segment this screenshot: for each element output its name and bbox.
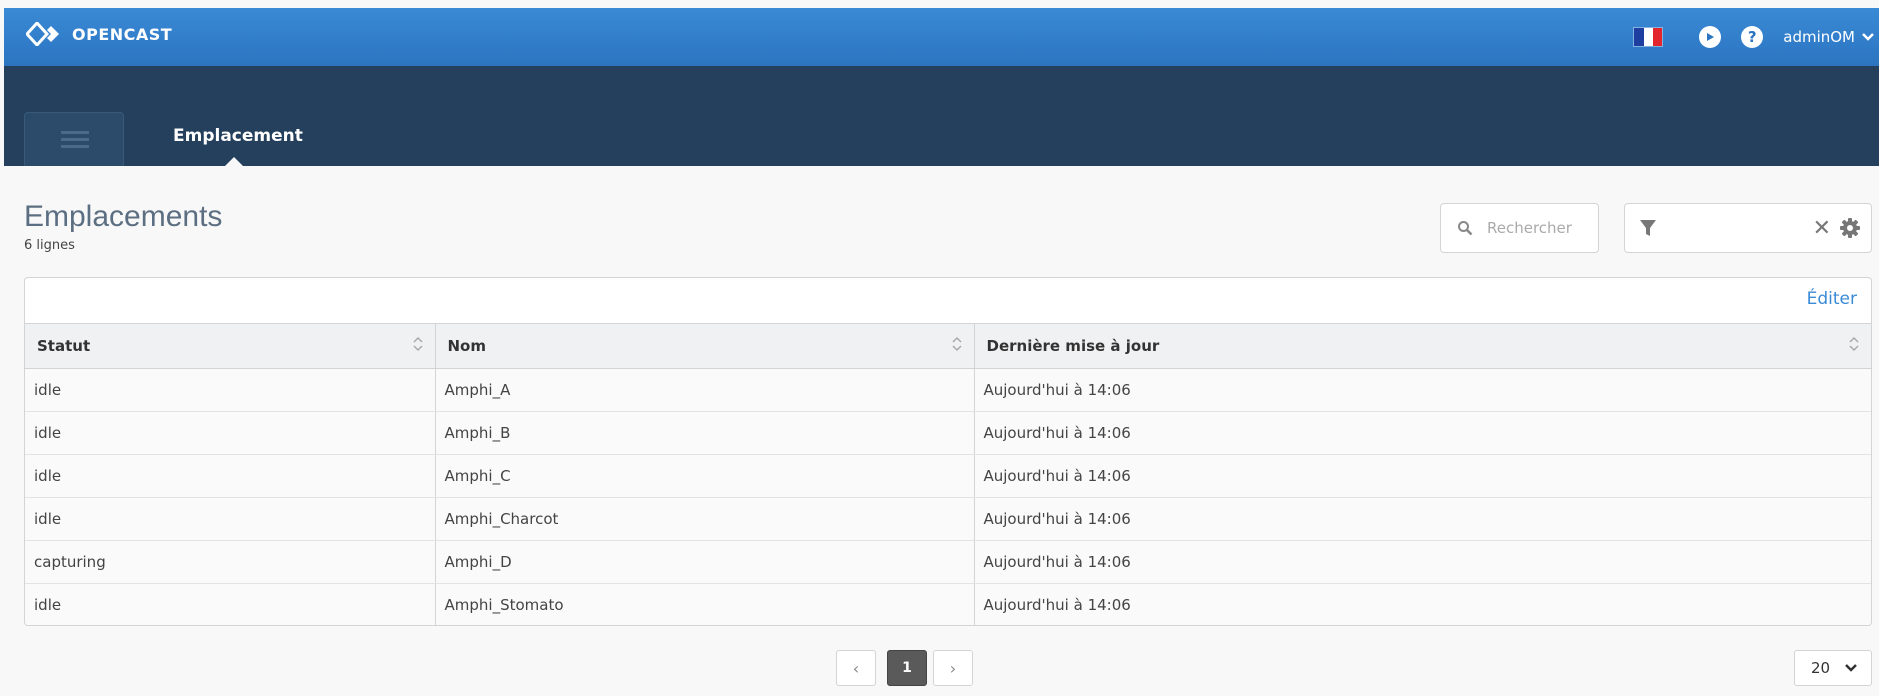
sort-icon (412, 336, 423, 352)
column-header-status[interactable]: Statut (25, 323, 436, 369)
hamburger-icon (61, 131, 89, 134)
updated-cell: Aujourd'hui à 14:06 (974, 368, 1871, 412)
prev-page-button[interactable]: ‹ (836, 650, 876, 686)
opencast-logo-icon (26, 22, 59, 46)
chevron-right-icon: › (949, 658, 957, 678)
next-page-button[interactable]: › (933, 650, 973, 686)
edit-link[interactable]: Éditer (1807, 289, 1857, 309)
updated-cell: Aujourd'hui à 14:06 (974, 583, 1871, 625)
table-row[interactable]: idle Amphi_A Aujourd'hui à 14:06 (25, 368, 1871, 412)
name-cell: Amphi_Stomato (435, 583, 975, 625)
chevron-left-icon: ‹ (852, 658, 860, 678)
language-flag-icon[interactable] (1633, 27, 1664, 47)
top-bar-actions: ? adminOM (1633, 8, 1875, 66)
updated-cell: Aujourd'hui à 14:06 (974, 497, 1871, 541)
active-tab-indicator (225, 157, 243, 166)
status-cell: idle (25, 583, 436, 625)
filter-box[interactable]: ✕ (1624, 203, 1872, 253)
brand-logo[interactable]: OPENCAST (26, 22, 172, 46)
status-cell: idle (25, 368, 436, 412)
sort-icon (1849, 336, 1859, 352)
name-cell: Amphi_B (435, 411, 975, 455)
page-title: Emplacements (24, 200, 223, 233)
filter-icon[interactable] (1639, 218, 1657, 238)
page-size-select[interactable]: 20 (1794, 650, 1872, 686)
name-cell: Amphi_Charcot (435, 497, 975, 541)
user-name: adminOM (1783, 28, 1855, 46)
search-box[interactable]: Rechercher (1440, 203, 1599, 253)
status-cell: idle (25, 497, 436, 541)
name-cell: Amphi_C (435, 454, 975, 498)
table-row[interactable]: idle Amphi_B Aujourd'hui à 14:06 (25, 411, 1871, 455)
gear-icon[interactable] (1839, 217, 1861, 239)
updated-cell: Aujourd'hui à 14:06 (974, 540, 1871, 584)
name-cell: Amphi_A (435, 368, 975, 412)
nav-bar: Emplacement (4, 66, 1879, 166)
search-icon (1458, 221, 1473, 236)
help-icon[interactable]: ? (1741, 26, 1764, 48)
user-menu[interactable]: adminOM (1783, 28, 1875, 46)
clear-filter-icon[interactable]: ✕ (1813, 218, 1831, 240)
main-menu-button[interactable] (24, 112, 124, 166)
top-bar: OPENCAST ? adminOM (4, 8, 1879, 66)
column-header-name[interactable]: Nom (435, 323, 975, 369)
status-cell: capturing (25, 540, 436, 584)
table-row[interactable]: idle Amphi_Stomato Aujourd'hui à 14:06 (25, 583, 1871, 625)
tab-emplacement[interactable]: Emplacement (173, 126, 303, 146)
locations-table: Éditer Statut Nom Dernière mise à jour i… (24, 277, 1872, 626)
brand-name: OPENCAST (72, 24, 173, 44)
chevron-down-icon (1862, 33, 1874, 41)
page-size-value: 20 (1811, 659, 1831, 677)
table-header-row: Statut Nom Dernière mise à jour (25, 323, 1871, 369)
search-input[interactable]: Rechercher (1487, 219, 1597, 237)
chevron-down-icon (1845, 664, 1857, 672)
table-row[interactable]: capturing Amphi_D Aujourd'hui à 14:06 (25, 540, 1871, 584)
page: OPENCAST ? adminOM Emplacement Emplaceme… (0, 0, 1879, 696)
updated-cell: Aujourd'hui à 14:06 (974, 411, 1871, 455)
play-circle-icon[interactable] (1699, 26, 1722, 48)
column-header-label: Nom (447, 337, 487, 355)
status-cell: idle (25, 454, 436, 498)
page-button-current[interactable]: 1 (887, 650, 927, 686)
column-header-updated[interactable]: Dernière mise à jour (974, 323, 1871, 369)
column-header-label: Dernière mise à jour (986, 337, 1160, 355)
status-cell: idle (25, 411, 436, 455)
hamburger-icon-bar (61, 145, 89, 148)
hamburger-icon-bar (61, 138, 89, 141)
column-header-label: Statut (37, 337, 91, 355)
name-cell: Amphi_D (435, 540, 975, 584)
table-row[interactable]: idle Amphi_C Aujourd'hui à 14:06 (25, 454, 1871, 498)
row-count: 6 lignes (24, 238, 75, 253)
table-row[interactable]: idle Amphi_Charcot Aujourd'hui à 14:06 (25, 497, 1871, 541)
updated-cell: Aujourd'hui à 14:06 (974, 454, 1871, 498)
sort-icon (951, 336, 962, 352)
